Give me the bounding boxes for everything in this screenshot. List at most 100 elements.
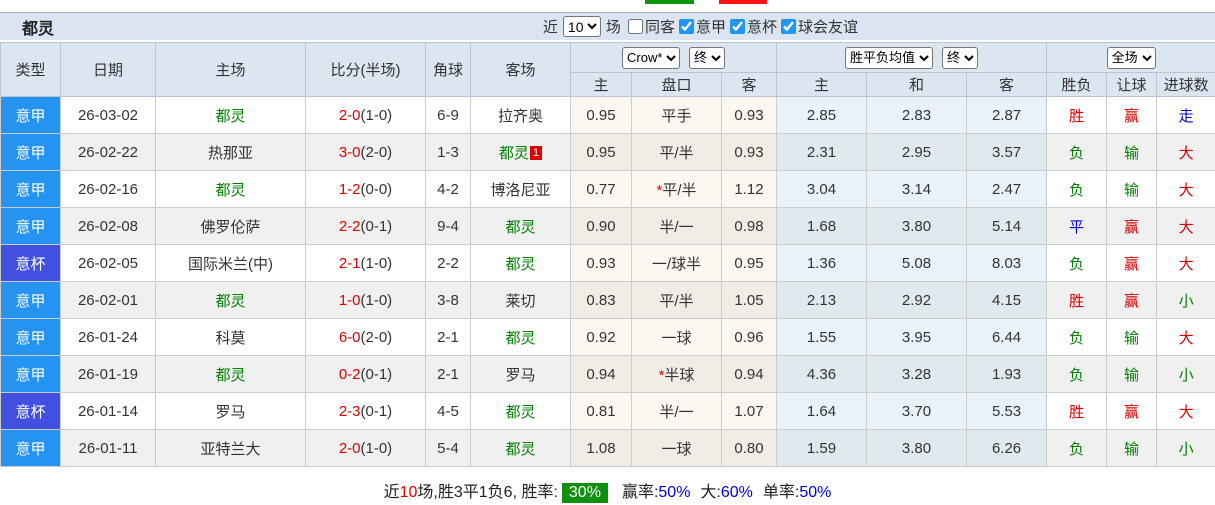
handicap-odds-away: 0.80	[720, 429, 778, 467]
league-type-badge: 意甲	[0, 318, 61, 356]
away-team-color-bar	[719, 0, 767, 4]
avg-odds-home: 4.36	[776, 355, 868, 393]
filter-checkbox-同客[interactable]: 同客	[627, 16, 675, 37]
avg-odds-home: 1.59	[776, 429, 868, 467]
away-team: 都灵 1	[470, 133, 571, 171]
away-team: 罗马	[470, 355, 571, 393]
avg-odds-away: 8.03	[966, 244, 1048, 282]
league-type-badge: 意甲	[0, 429, 61, 467]
bookmaker-select[interactable]: Crow*	[622, 46, 681, 69]
handicap-time-select[interactable]: 终	[689, 46, 726, 69]
checkbox-input[interactable]	[678, 19, 694, 34]
handicap-odds-away: 1.05	[720, 281, 778, 319]
avg-odds-draw: 2.83	[866, 96, 968, 134]
league-type-badge: 意甲	[0, 355, 61, 393]
result-handicap: 赢	[1106, 244, 1158, 282]
avg-odds-group-header: 胜平负均值 终	[776, 42, 1048, 73]
score: 0-2(0-1)	[305, 355, 426, 393]
match-row: 意杯 26-01-14 罗马 2-3(0-1) 4-5 都灵 0.81 半/一 1.07 1.64…	[0, 392, 1215, 430]
match-date: 26-02-16	[60, 170, 156, 208]
checkbox-input[interactable]	[729, 19, 745, 34]
filter-checkbox-意甲[interactable]: 意甲	[678, 16, 726, 37]
handicap-line: 平手	[631, 96, 722, 134]
subcol-handicap-result: 让球	[1106, 72, 1158, 97]
result-wdl: 负	[1046, 133, 1108, 171]
corner-score: 4-5	[425, 392, 471, 430]
score: 2-2(0-1)	[305, 207, 426, 245]
avg-odds-select[interactable]: 胜平负均值	[845, 46, 934, 69]
avg-odds-draw: 3.14	[866, 170, 968, 208]
avg-odds-away: 3.57	[966, 133, 1048, 171]
league-type-badge: 意杯	[0, 244, 61, 282]
subcol-avg-draw: 和	[866, 72, 968, 97]
away-team: 都灵	[470, 318, 571, 356]
score: 3-0(2-0)	[305, 133, 426, 171]
filter-checkbox-意杯[interactable]: 意杯	[729, 16, 777, 37]
recent-label: 近	[542, 19, 558, 36]
footer-single-label: 单率:	[762, 484, 800, 501]
col-header-type: 类型	[0, 42, 61, 97]
filter-bar: 都灵 近 10 场 同客 意甲 意杯 球会友谊	[0, 12, 1215, 40]
checkbox-label: 意甲	[695, 19, 726, 36]
avg-odds-home: 1.68	[776, 207, 868, 245]
corner-score: 2-1	[425, 318, 471, 356]
team-title: 都灵	[22, 20, 55, 38]
handicap-group-header: Crow* 终	[569, 42, 778, 73]
recent-count-select[interactable]: 10	[562, 16, 601, 37]
avg-odds-home: 2.13	[776, 281, 868, 319]
checkbox-input[interactable]	[627, 19, 643, 34]
games-label: 场	[605, 19, 621, 36]
scope-select[interactable]: 全场	[1106, 46, 1156, 69]
result-goals: 大	[1156, 392, 1215, 430]
avg-time-select[interactable]: 终	[942, 46, 979, 69]
match-history-table: 类型 日期 主场 比分(半场) 角球 客场 Crow* 终 胜平负均值 终 全场…	[0, 42, 1215, 467]
result-wdl: 负	[1046, 318, 1108, 356]
away-team: 莱切	[470, 281, 571, 319]
result-handicap: 赢	[1106, 281, 1158, 319]
match-date: 26-02-01	[60, 281, 156, 319]
filter-checkbox-球会友谊[interactable]: 球会友谊	[780, 16, 858, 37]
avg-odds-away: 2.87	[966, 96, 1048, 134]
handicap-odds-home: 0.92	[570, 318, 632, 356]
match-row: 意甲 26-01-24 科莫 6-0(2-0) 2-1 都灵 0.92 一球 0.96 1.55 3…	[0, 318, 1215, 356]
avg-odds-home: 2.85	[776, 96, 868, 134]
result-handicap: 输	[1106, 133, 1158, 171]
result-wdl: 负	[1046, 244, 1108, 282]
win-rate-badge: 30%	[561, 483, 608, 503]
subcol-avg-away: 客	[966, 72, 1048, 97]
footer-win-odds-label: 赢率:	[621, 484, 659, 501]
home-team-color-bar	[645, 0, 694, 4]
away-team: 都灵	[470, 392, 571, 430]
avg-odds-away: 1.93	[966, 355, 1048, 393]
handicap-odds-home: 0.95	[570, 133, 632, 171]
handicap-odds-home: 1.08	[570, 429, 632, 467]
away-team: 都灵	[470, 244, 571, 282]
match-row: 意甲 26-02-01 都灵 1-0(1-0) 3-8 莱切 0.83 平/半 1.05 2.13…	[0, 281, 1215, 319]
match-table-body: 意甲 26-03-02 都灵 2-0(1-0) 6-9 拉齐奥 0.95 平手 0.93 2.85…	[0, 96, 1215, 467]
score: 2-1(1-0)	[305, 244, 426, 282]
handicap-odds-home: 0.81	[570, 392, 632, 430]
score: 2-3(0-1)	[305, 392, 426, 430]
home-team: 热那亚	[155, 133, 306, 171]
avg-odds-away: 6.44	[966, 318, 1048, 356]
match-date: 26-01-11	[60, 429, 156, 467]
result-handicap: 输	[1106, 355, 1158, 393]
summary-footer: 近10场,胜3平1负6, 胜率: 30% 赢率:50% 大:60% 单率:50%	[0, 467, 1215, 505]
result-handicap: 输	[1106, 318, 1158, 356]
card-badge: 1	[529, 145, 543, 160]
result-goals: 小	[1156, 355, 1215, 393]
checkbox-input[interactable]	[780, 19, 796, 34]
away-team: 博洛尼亚	[470, 170, 571, 208]
avg-odds-home: 1.55	[776, 318, 868, 356]
corner-score: 9-4	[425, 207, 471, 245]
league-type-badge: 意甲	[0, 133, 61, 171]
handicap-odds-away: 0.94	[720, 355, 778, 393]
result-goals: 大	[1156, 318, 1215, 356]
match-row: 意甲 26-01-11 亚特兰大 2-0(1-0) 5-4 都灵 1.08 一球 0.80 1.5…	[0, 429, 1215, 467]
avg-odds-draw: 3.80	[866, 429, 968, 467]
score: 6-0(2-0)	[305, 318, 426, 356]
match-date: 26-03-02	[60, 96, 156, 134]
col-header-corner: 角球	[425, 42, 471, 97]
avg-odds-home: 3.04	[776, 170, 868, 208]
result-wdl: 负	[1046, 170, 1108, 208]
